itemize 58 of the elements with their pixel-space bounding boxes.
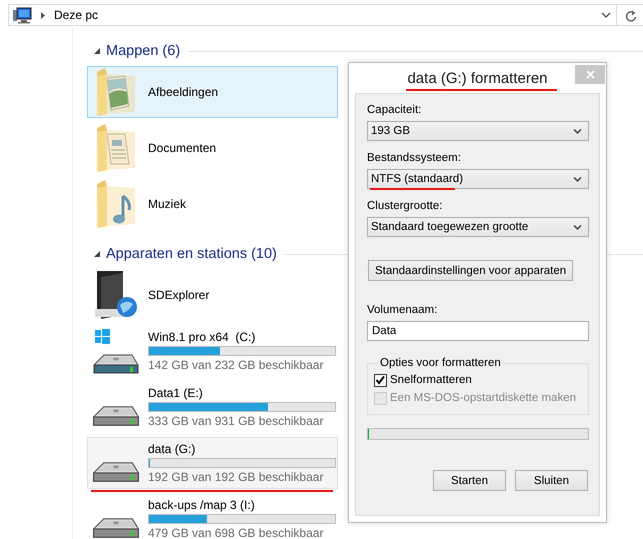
collapse-triangle-icon[interactable] [93, 47, 101, 55]
item-name: Afbeeldingen [148, 85, 218, 99]
app-folder-icon [93, 269, 139, 321]
field-label: Clustergrootte: [367, 200, 444, 212]
close-icon [586, 70, 594, 79]
windows-drive-icon [92, 328, 140, 374]
chevron-down-icon [601, 11, 611, 19]
item-tile[interactable]: back-ups /map 3 (I:) 479 GB van 698 GB beschikbaar [87, 493, 338, 539]
dialog-button[interactable]: Starten [433, 470, 506, 491]
item-name: Win8.1 pro x64 (C:) [148, 330, 256, 344]
item-name: back-ups /map 3 (I:) [148, 498, 256, 512]
dropdown[interactable]: 193 GB [367, 121, 589, 141]
dropdown[interactable]: NTFS (standaard) [367, 169, 589, 189]
chevron-down-icon [573, 176, 582, 182]
item-tile[interactable]: SDExplorer [87, 269, 338, 321]
free-space-text: 192 GB van 192 GB beschikbaar [148, 470, 324, 484]
item-tile[interactable]: Muziek [87, 178, 338, 230]
dialog-title: data (G:) formatteren [406, 70, 549, 86]
folder-icon [95, 122, 137, 174]
address-bar[interactable]: Deze pc [8, 4, 643, 26]
chevron-down-icon [573, 128, 582, 134]
defaults-button[interactable]: Standaardinstellingen voor apparaten [368, 260, 574, 281]
free-space-text: 479 GB van 698 GB beschikbaar [148, 526, 324, 539]
item-name: SDExplorer [148, 288, 210, 302]
hard-drive-icon [93, 462, 139, 482]
item-name: Data1 (E:) [148, 386, 204, 400]
dropdown[interactable]: Standaard toegewezen grootte [367, 217, 589, 237]
item-tile[interactable]: data (G:) 192 GB van 192 GB beschikbaar [87, 437, 338, 489]
group-title: Opties voor formatteren [379, 357, 502, 369]
hard-drive-icon [93, 518, 139, 538]
chevron-down-icon [573, 224, 582, 230]
field-label: Bestandssysteem: [367, 152, 462, 164]
item-name: Documenten [148, 141, 216, 155]
refresh-icon [624, 8, 636, 22]
item-tile[interactable]: Documenten [87, 122, 338, 174]
checkbox-option[interactable]: Snelformatteren [374, 371, 580, 389]
computer-icon [12, 6, 32, 24]
folder-icon [95, 66, 137, 118]
volume-name-field[interactable]: Data [367, 321, 589, 341]
field-label: Capaciteit: [367, 104, 422, 116]
folder-icon [95, 178, 137, 230]
hard-drive-icon [93, 406, 139, 426]
free-space-text: 142 GB van 232 GB beschikbaar [148, 358, 324, 372]
free-space-text: 333 GB van 931 GB beschikbaar [148, 414, 324, 428]
checkmark-icon [375, 375, 386, 385]
dialog-button[interactable]: Sluiten [515, 470, 588, 491]
item-tile[interactable]: Win8.1 pro x64 (C:) 142 GB van 232 GB beschikbaar [87, 325, 338, 377]
group-header[interactable]: Apparaten en stations (10) [106, 246, 277, 262]
collapse-triangle-icon[interactable] [93, 250, 101, 258]
field-label: Volumenaam: [367, 304, 438, 316]
group-header[interactable]: Mappen (6) [106, 43, 180, 59]
chevron-right-icon [40, 10, 46, 20]
item-tile[interactable]: Afbeeldingen [87, 66, 338, 118]
item-name: Muziek [148, 197, 186, 211]
item-tile[interactable]: Data1 (E:) 333 GB van 931 GB beschikbaar [87, 381, 338, 433]
item-name: data (G:) [148, 442, 196, 456]
checkbox[interactable] [374, 374, 387, 386]
location-text[interactable]: Deze pc [54, 8, 98, 22]
